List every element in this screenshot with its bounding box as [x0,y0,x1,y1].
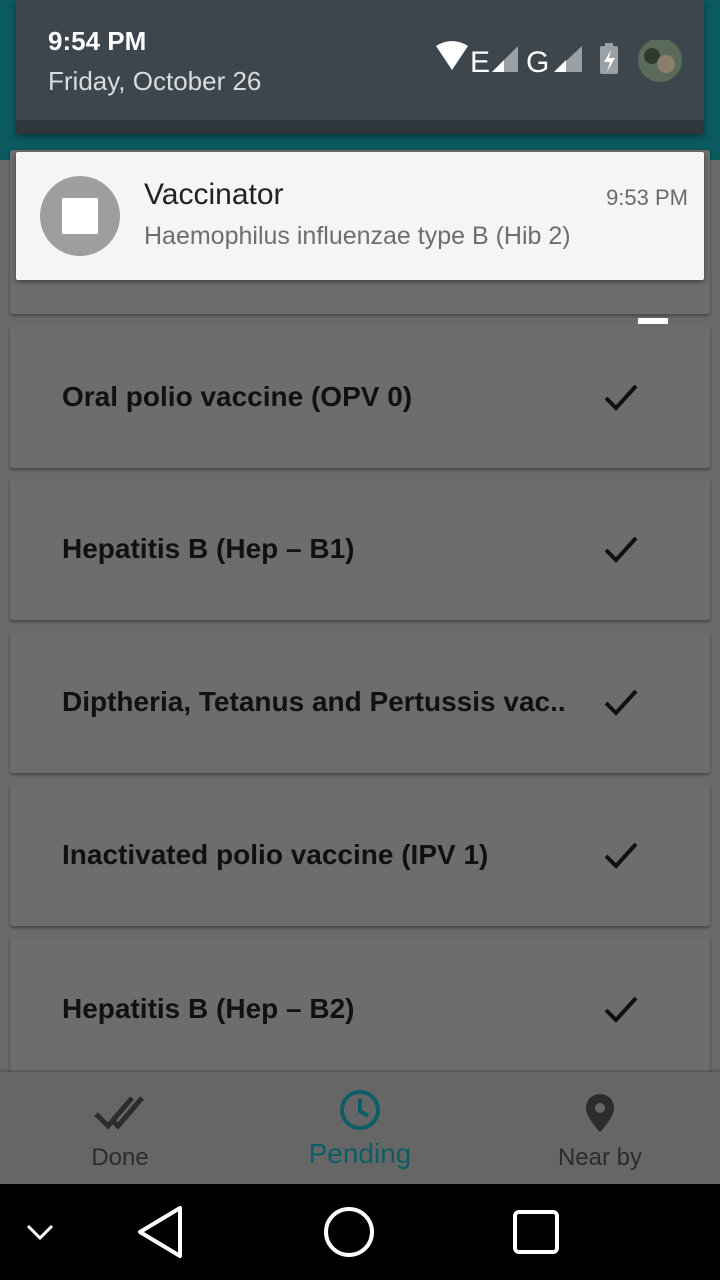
bottom-navigation: Done Pending Near by [0,1072,720,1184]
nav-near-label: Near by [557,1144,643,1171]
network-g-label: G [526,46,549,79]
nav-done-label: Done [91,1144,149,1171]
checkmark-icon[interactable] [604,838,638,872]
status-icons: E G [434,38,694,84]
notification-text: Haemophilus influenzae type B (Hib 2) [144,222,571,250]
notification-card[interactable]: Vaccinator 9:53 PM Haemophilus influenza… [16,152,704,280]
nav-pending[interactable]: Pending [240,1072,480,1184]
nav-done[interactable]: Done [0,1072,240,1184]
checkmark-icon[interactable] [604,380,638,414]
clock-time: 9:54 PM [48,26,147,56]
checkmark-icon[interactable] [604,992,638,1026]
recents-icon[interactable] [512,1184,560,1280]
vaccine-card[interactable]: Diptheria, Tetanus and Pertussis vac.. [10,631,710,773]
shade-divider [16,120,704,134]
checkmark-icon[interactable] [604,532,638,566]
vaccine-name: Hepatitis B (Hep – B1) [62,533,355,564]
nav-near-by[interactable]: Near by [480,1072,720,1184]
notification-title: Vaccinator [144,178,284,211]
notification-shade-header[interactable]: 9:54 PM Friday, October 26 E G [16,0,704,132]
system-navigation-bar [0,1184,720,1280]
app-stop-icon [40,176,120,256]
vaccine-name: Diptheria, Tetanus and Pertussis vac.. [62,686,566,717]
vaccine-name: Inactivated polio vaccine (IPV 1) [62,839,489,870]
notification-time: 9:53 PM [606,185,688,210]
date-label: Friday, October 26 [48,66,262,96]
location-pin-icon [584,1092,616,1139]
vaccine-card[interactable]: Hepatitis B (Hep – B2) [10,937,710,1072]
signal-icon [492,46,518,72]
network-e-label: E [470,46,490,79]
checkmark-icon[interactable] [604,685,638,719]
wifi-icon [436,41,468,70]
back-icon[interactable] [134,1184,188,1280]
home-icon[interactable] [322,1184,376,1280]
vaccine-card[interactable]: Hepatitis B (Hep – B1) [10,478,710,620]
chevron-down-icon[interactable] [22,1184,58,1280]
double-check-icon [94,1092,146,1139]
vaccine-name: Hepatitis B (Hep – B2) [62,993,355,1024]
vaccine-name: Oral polio vaccine (OPV 0) [62,381,413,412]
vaccine-card[interactable]: Oral polio vaccine (OPV 0) [10,326,710,468]
vaccine-card[interactable]: Inactivated polio vaccine (IPV 1) [10,784,710,926]
clock-icon [338,1088,382,1137]
nav-pending-label: Pending [308,1138,412,1169]
